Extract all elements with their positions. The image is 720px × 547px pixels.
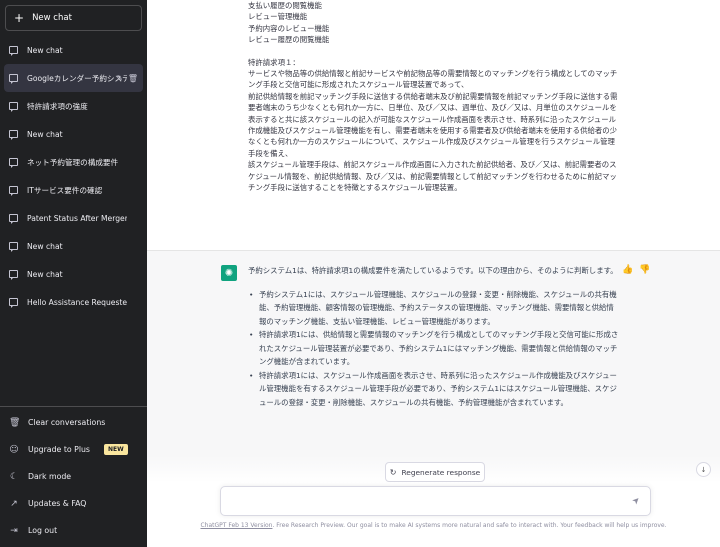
footer: ChatGPT Feb 13 Version. Free Research Pr… (147, 522, 720, 529)
sidebar-bottom: 🗑 Clear conversations ☺ Upgrade to Plus … (0, 406, 147, 544)
sidebar-chat-item[interactable]: New chat (0, 36, 147, 64)
trash-icon[interactable]: 🗑 (128, 74, 138, 83)
sidebar-chat-label: Patent Status After Merger (27, 213, 127, 223)
sidebar-chat-label: New chat (27, 269, 63, 279)
chat-icon (9, 158, 18, 168)
logout-button[interactable]: ⇥ Log out (0, 517, 147, 544)
trash-icon: 🗑 (9, 417, 21, 428)
regenerate-label: Regenerate response (401, 467, 481, 477)
chat-icon (9, 130, 18, 140)
message-input-box: ➤ (220, 486, 651, 516)
sidebar-chat-label: New chat (27, 45, 63, 55)
assistant-message-text: 予約システム1は、特許請求項1の構成要件を満たしているようです。以下の理由から、… (248, 264, 620, 409)
chat-main: 支払い履歴の閲覧機能 レビュー管理機能 予約内容のレビュー機能 レビュー履歴の閲覧機能… (147, 0, 720, 547)
sidebar-chat-label: Hello Assistance Requested (27, 297, 127, 307)
chat-icon (9, 46, 18, 56)
arrow-down-icon[interactable]: ↓ (696, 462, 711, 477)
user-message-line: 該スケジュール管理手段は、前記スケジュール作成画面に入力された前記供給者、及び／… (248, 160, 617, 193)
assistant-intro: 予約システム1は、特許請求項1の構成要件を満たしているようです。以下の理由から、… (248, 266, 618, 275)
refresh-icon: ↻ (389, 467, 397, 477)
clear-conversations-button[interactable]: 🗑 Clear conversations (0, 409, 147, 436)
upgrade-label: Upgrade to Plus (28, 445, 90, 454)
chat-icon (9, 242, 18, 252)
chat-icon (9, 74, 18, 84)
assistant-bullet: 特許請求項1には、スケジュール作成画面を表示させ、時系列に沿ったスケジュール作成… (249, 369, 620, 410)
sidebar-chat-item[interactable]: ネット予約管理の構成要件 (0, 148, 147, 176)
sidebar-chat-item[interactable]: 特許請求項の強度 (0, 92, 147, 120)
sidebar-chat-item[interactable]: Patent Status After Merger (0, 204, 147, 232)
sidebar-chat-item[interactable]: New chat (0, 120, 147, 148)
chat-icon (9, 102, 18, 112)
chat-item-actions: ✎ 🗑 (116, 74, 138, 83)
logout-icon: ⇥ (10, 525, 18, 536)
sidebar-chat-label: New chat (27, 241, 63, 251)
footer-text: . Free Research Preview. Our goal is to … (272, 522, 667, 529)
thumbs-down-icon[interactable]: 👎 (639, 265, 650, 275)
moon-icon: ☾ (9, 471, 19, 482)
user-message-line: 予約内容のレビュー機能 (248, 23, 330, 33)
sidebar-chat-label: New chat (27, 129, 63, 139)
dark-mode-label: Dark mode (28, 472, 72, 481)
user-message-line: レビュー履歴の閲覧機能 (248, 35, 330, 45)
updates-label: Updates & FAQ (28, 499, 87, 508)
user-icon: ☺ (9, 444, 19, 455)
new-chat-label: New chat (32, 13, 72, 23)
chat-icon (9, 298, 18, 308)
user-message-line: 前記供給情報を前記マッチング手段に送信する供給者端末及び前記需要情報を前記マッチ… (248, 91, 618, 158)
sidebar-chat-item[interactable]: New chat (0, 232, 147, 260)
sidebar: + New chat New chat Googleカレンダー予約システ ✎ 🗑 特許請… (0, 0, 147, 547)
thumbs-up-icon[interactable]: 👍 (622, 265, 633, 275)
version-link[interactable]: ChatGPT Feb 13 Version (200, 522, 272, 529)
sidebar-chat-item[interactable]: Hello Assistance Requested (0, 288, 147, 316)
chat-icon (9, 214, 18, 224)
new-badge: NEW (104, 444, 128, 455)
sidebar-chat-label: ITサービス要件の確認 (27, 185, 103, 195)
user-message-text: 支払い履歴の閲覧機能 レビュー管理機能 予約内容のレビュー機能 レビュー履歴の閲覧機能… (248, 0, 620, 194)
user-message-line: サービスや物品等の供給情報と前記サービスや前記物品等の需要情報とのマッチングを行… (248, 69, 618, 90)
sidebar-chat-item[interactable]: Googleカレンダー予約システ ✎ 🗑 (4, 64, 143, 92)
chat-icon (9, 186, 18, 196)
upgrade-plus-button[interactable]: ☺ Upgrade to Plus NEW (0, 436, 147, 463)
user-message-line: 特許請求項１： (248, 57, 300, 67)
assistant-bullets: 予約システム1には、スケジュール管理機能、スケジュールの登録・変更・削除機能、ス… (248, 288, 620, 410)
feedback-buttons: 👍 👎 (622, 265, 650, 275)
sidebar-chat-label: 特許請求項の強度 (27, 101, 88, 111)
message-input[interactable] (231, 495, 621, 509)
chat-icon (9, 270, 18, 280)
sidebar-chat-label: Googleカレンダー予約システ (27, 73, 127, 83)
updates-faq-link[interactable]: ↗ Updates & FAQ (0, 490, 147, 517)
edit-icon[interactable]: ✎ (116, 74, 123, 83)
sidebar-chat-item[interactable]: ITサービス要件の確認 (0, 176, 147, 204)
assistant-bullet: 予約システム1には、スケジュール管理機能、スケジュールの登録・変更・削除機能、ス… (249, 288, 620, 329)
dark-mode-toggle[interactable]: ☾ Dark mode (0, 463, 147, 490)
assistant-bullet: 特許請求項1には、供給情報と需要情報のマッチングを行う構成としてのマッチング手段… (249, 328, 620, 369)
user-message-line (248, 46, 620, 57)
external-link-icon: ↗ (10, 498, 18, 509)
user-message-line: レビュー管理機能 (248, 12, 308, 22)
logout-label: Log out (28, 526, 58, 535)
new-chat-button[interactable]: + New chat (5, 5, 142, 31)
clear-label: Clear conversations (28, 418, 106, 427)
sidebar-chat-item[interactable]: New chat (0, 260, 147, 288)
regenerate-button[interactable]: ↻ Regenerate response (385, 462, 485, 482)
sidebar-chat-label: ネット予約管理の構成要件 (27, 157, 119, 167)
openai-logo-icon: ✺ (221, 265, 237, 281)
plus-icon: + (14, 11, 25, 25)
chat-history-list: New chat Googleカレンダー予約システ ✎ 🗑 特許請求項の強度 New ch… (0, 36, 147, 316)
user-message: 支払い履歴の閲覧機能 レビュー管理機能 予約内容のレビュー機能 レビュー履歴の閲覧機能… (147, 0, 720, 250)
send-icon[interactable]: ➤ (631, 495, 643, 507)
user-message-line: 支払い履歴の閲覧機能 (248, 1, 322, 10)
